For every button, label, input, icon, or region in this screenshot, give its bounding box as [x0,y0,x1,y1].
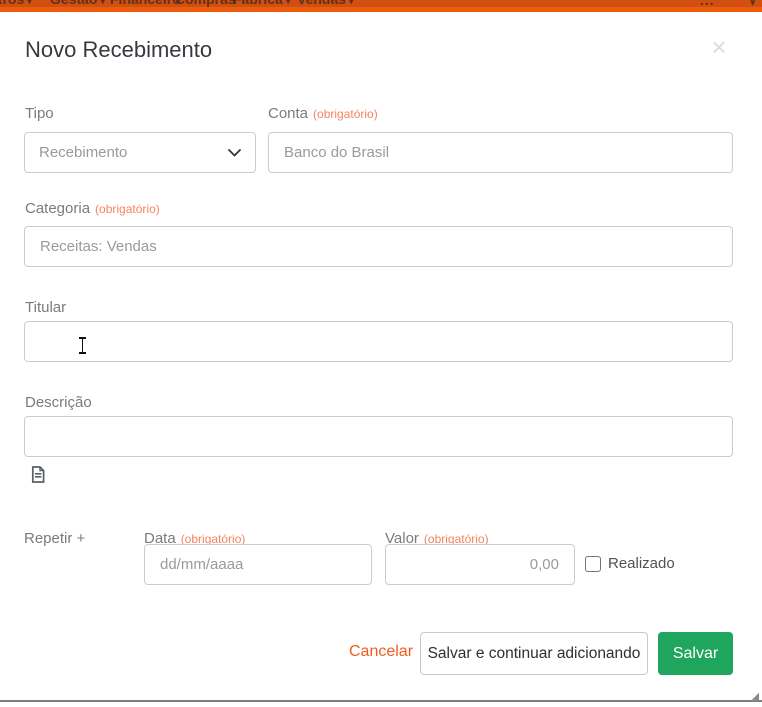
titular-input[interactable] [24,321,733,362]
repetir-toggle[interactable]: Repetir + [24,530,85,547]
close-icon[interactable]: × [704,32,734,62]
nav-item-gestao[interactable]: Gestão▾ [50,0,105,7]
chevron-down-icon [228,149,241,157]
save-button[interactable]: Salvar [658,632,733,675]
realizado-label[interactable]: Realizado [608,555,675,572]
chevron-down-icon: ▾ [349,0,354,6]
nav-item-financeiro[interactable]: Financeiro [110,0,181,7]
valor-input[interactable] [385,544,575,585]
screen: stros▾ Gestão▾ Financeiro Compras Fábric… [0,0,762,707]
categoria-input[interactable] [24,226,733,267]
modal-title: Novo Recebimento [25,37,212,63]
save-and-continue-button[interactable]: Salvar e continuar adicionando [420,632,648,675]
note-document-icon[interactable] [31,466,45,483]
conta-input[interactable] [268,132,733,173]
titular-label: Titular [25,299,66,316]
tipo-label: Tipo [25,105,54,122]
resize-grip[interactable] [751,693,759,701]
chevron-down-icon: ▾ [100,0,105,6]
chevron-down-icon: ▾ [27,0,32,6]
top-navbar: stros▾ Gestão▾ Financeiro Compras Fábric… [0,0,762,12]
data-input[interactable] [144,544,372,585]
chevron-down-icon[interactable]: ▾ [750,0,756,9]
nav-item-cadastros[interactable]: stros▾ [0,0,32,7]
nav-item-fabrica[interactable]: Fábrica▾ [233,0,290,7]
nav-overflow-menu[interactable]: ... [700,0,715,8]
tipo-select[interactable]: Recebimento [24,132,256,173]
nav-item-compras[interactable]: Compras [175,0,236,7]
window-bottom-edge [0,700,762,702]
tipo-select-value: Recebimento [39,144,127,161]
cancel-button[interactable]: Cancelar [349,643,413,661]
descricao-input[interactable] [24,416,733,457]
chevron-down-icon: ▾ [286,0,291,6]
categoria-required-badge: (obrigatório) [95,202,160,216]
conta-required-badge: (obrigatório) [313,107,378,121]
realizado-checkbox[interactable] [585,556,601,572]
descricao-label: Descrição [25,394,92,411]
nav-item-vendas[interactable]: Vendas▾ [297,0,354,7]
conta-label: Conta(obrigatório) [268,105,378,122]
categoria-label: Categoria(obrigatório) [25,200,160,217]
